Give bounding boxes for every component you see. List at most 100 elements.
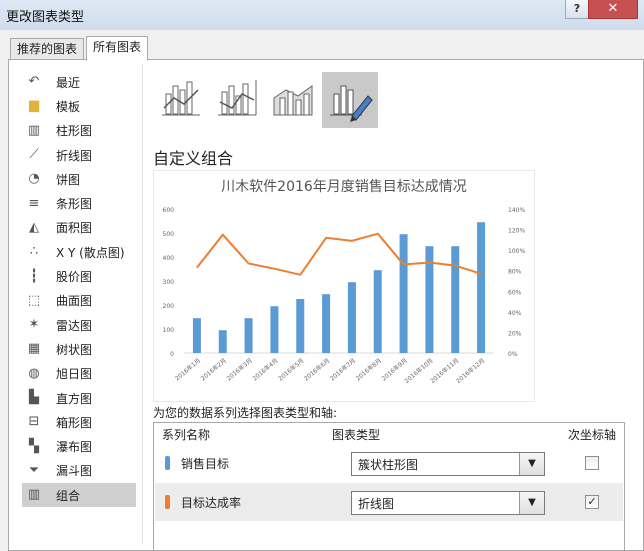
bar <box>322 294 331 353</box>
sidebar-item[interactable]: ⏷ 漏斗图 <box>16 459 134 483</box>
x-axis-tick-label: 2016年4月 <box>251 356 280 382</box>
bar <box>270 306 279 353</box>
y2-axis-tick-label: 20% <box>508 330 522 337</box>
folder-icon: ▆ <box>29 98 39 114</box>
subtype-area-column-icon[interactable] <box>266 72 322 128</box>
recent-icon: ↶ <box>28 74 40 90</box>
rate-line <box>196 232 482 276</box>
chart-type-dropdown[interactable]: 簇状柱形图 ▼ <box>351 452 545 476</box>
tab-all-charts[interactable]: 所有图表 <box>86 36 149 61</box>
sidebar-item-label: X Y (散点图) <box>56 245 125 260</box>
title-bar: 更改图表类型 ? ✕ <box>0 0 644 30</box>
sidebar-item[interactable]: ▙ 直方图 <box>16 386 134 410</box>
area-chart-icon: ◭ <box>29 219 39 235</box>
sidebar-item[interactable]: ▚ 瀑布图 <box>16 434 134 458</box>
secondary-axis-checkbox[interactable] <box>585 456 599 470</box>
scatter-chart-icon: ∴ <box>29 244 39 260</box>
surface-chart-icon: ⬚ <box>27 292 41 308</box>
dropdown-arrow-icon[interactable]: ▼ <box>519 453 544 475</box>
column-header-chart-type: 图表类型 <box>332 428 381 442</box>
series-grid: 系列名称 图表类型 次坐标轴 销售目标 簇状柱形图 ▼ 目标达成率 折线图 ▼ … <box>153 422 625 551</box>
sidebar-item-label: 瀑布图 <box>56 440 93 455</box>
bar <box>373 270 382 353</box>
sidebar-item[interactable]: ◔ 饼图 <box>16 167 134 191</box>
bar <box>347 282 356 353</box>
sidebar-item-label: 直方图 <box>56 391 93 406</box>
x-axis-tick-label: 2016年6月 <box>302 356 331 382</box>
close-button[interactable]: ✕ <box>588 0 638 19</box>
series-prompt: 为您的数据系列选择图表类型和轴: <box>153 406 338 420</box>
y-axis-tick-label: 200 <box>163 303 175 310</box>
bar <box>244 318 253 353</box>
pie-chart-icon: ◔ <box>28 171 40 187</box>
sidebar-item[interactable]: ▥ 组合 <box>22 483 136 508</box>
sidebar-item-label: 组合 <box>56 488 81 503</box>
sidebar-item[interactable]: ⟋ 折线图 <box>16 143 134 167</box>
subtype-custom-combo-icon[interactable] <box>322 72 378 128</box>
sidebar-item-label: 柱形图 <box>56 124 93 139</box>
sidebar-item[interactable]: ≡ 条形图 <box>16 191 134 215</box>
subtype-clustered-column-line-icon[interactable] <box>154 72 210 128</box>
radar-chart-icon: ✶ <box>28 317 40 333</box>
sidebar-item-label: 股价图 <box>56 270 93 285</box>
combo-chart-icon: ▥ <box>27 487 41 503</box>
sidebar-item[interactable]: ∴ X Y (散点图) <box>16 240 134 264</box>
series-color-swatch <box>165 456 170 470</box>
chart-title: 川木软件2016年月度销售目标达成情况 <box>221 179 467 195</box>
tab-recommended-charts[interactable]: 推荐的图表 <box>10 38 85 60</box>
sidebar-item[interactable]: ⊟ 箱形图 <box>16 410 134 434</box>
chart-type-dropdown[interactable]: 折线图 ▼ <box>351 491 545 515</box>
sidebar-item[interactable]: ▥ 柱形图 <box>16 119 134 143</box>
sidebar-item-label: 折线图 <box>56 148 93 163</box>
dropdown-arrow-icon[interactable]: ▼ <box>519 492 544 514</box>
subtype-column-line-secondary-icon[interactable] <box>210 72 266 128</box>
sidebar-item-label: 模板 <box>56 99 81 114</box>
funnel-chart-icon: ⏷ <box>28 462 40 478</box>
sidebar-item[interactable]: ▆ 模板 <box>16 94 134 118</box>
x-axis-tick-label: 2016年7月 <box>328 356 357 382</box>
bar <box>399 234 408 353</box>
series-name: 销售目标 <box>181 457 230 471</box>
y2-axis-tick-label: 60% <box>508 289 522 296</box>
y2-axis-tick-label: 40% <box>508 310 522 317</box>
help-button[interactable]: ? <box>565 0 589 19</box>
x-axis-tick-label: 2016年12月 <box>454 356 486 385</box>
sidebar-item-label: 雷达图 <box>56 318 93 333</box>
bar-chart-icon: ≡ <box>28 195 40 211</box>
x-axis-tick-label: 2016年8月 <box>354 356 383 382</box>
treemap-chart-icon: ▦ <box>27 341 41 357</box>
y2-axis-tick-label: 100% <box>508 248 525 255</box>
sidebar-item[interactable]: ◭ 面积图 <box>16 216 134 240</box>
sidebar-item[interactable]: ◍ 旭日图 <box>16 362 134 386</box>
x-axis-tick-label: 2016年2月 <box>199 356 228 382</box>
sidebar-item-label: 条形图 <box>56 197 93 212</box>
bar <box>477 222 486 353</box>
stock-chart-icon: ┇ <box>30 268 38 284</box>
secondary-axis-checkbox[interactable]: ✓ <box>585 495 599 509</box>
bar <box>451 246 460 353</box>
table-row: 销售目标 簇状柱形图 ▼ <box>155 444 623 482</box>
line-chart-icon: ⟋ <box>29 147 39 163</box>
sidebar-item[interactable]: ✶ 雷达图 <box>16 313 134 337</box>
sidebar-item[interactable]: ▦ 树状图 <box>16 337 134 361</box>
section-title: 自定义组合 <box>153 149 234 168</box>
y-axis-tick-label: 600 <box>163 207 175 214</box>
bar <box>218 330 227 353</box>
sidebar-item-label: 旭日图 <box>56 367 93 382</box>
sidebar-item[interactable]: ↶ 最近 <box>16 70 134 94</box>
waterfall-chart-icon: ▚ <box>29 438 39 454</box>
sidebar-item[interactable]: ┇ 股价图 <box>16 264 134 288</box>
series-name: 目标达成率 <box>181 496 242 510</box>
y-axis-tick-label: 0 <box>170 351 174 358</box>
y-axis-tick-label: 100 <box>163 327 175 334</box>
x-axis-tick-label: 2016年3月 <box>225 356 254 382</box>
sidebar-item-label: 曲面图 <box>56 294 93 309</box>
combo-chart: 川木软件2016年月度销售目标达成情况 0 100 200 300 400 500 600 0%… <box>163 179 526 385</box>
bar <box>192 318 201 353</box>
histogram-chart-icon: ▙ <box>29 390 39 405</box>
sidebar-item[interactable]: ⬚ 曲面图 <box>16 289 134 313</box>
sidebar-item-label: 漏斗图 <box>56 464 93 479</box>
column-header-secondary-axis: 次坐标轴 <box>568 428 617 442</box>
window-title: 更改图表类型 <box>6 10 85 25</box>
y2-axis-tick-label: 80% <box>508 269 522 276</box>
